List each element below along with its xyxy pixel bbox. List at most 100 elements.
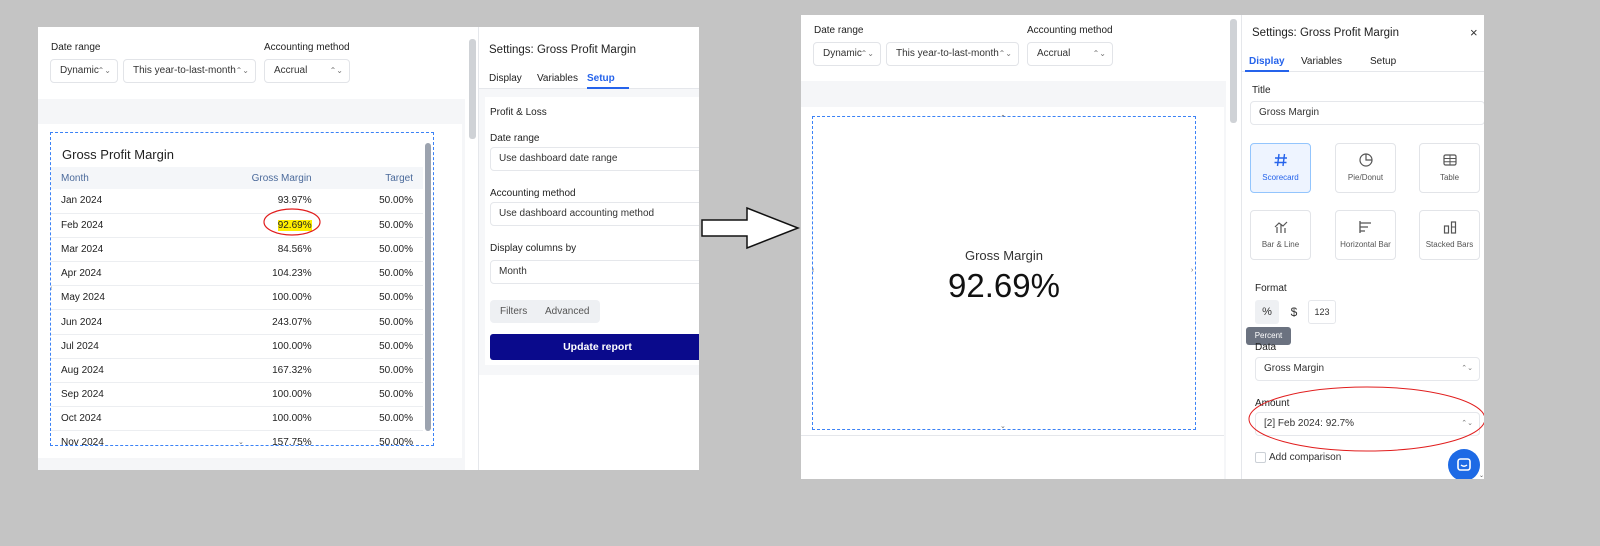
update-report-label: Update report [563,341,632,353]
cell-value: 50.00% [379,243,413,255]
data-select[interactable]: Gross Margin ⌃⌄ [1255,357,1480,381]
column-header[interactable]: Month [51,167,172,189]
date-preset-value: This year-to-last-month [133,65,236,76]
table-cell: 50.00% [321,261,423,287]
chart-type-label: Pie/Donut [1347,173,1384,182]
cell-value: 100.00% [272,389,312,401]
table-row: Oct 2024 100.00% 50.00% [51,406,423,432]
tab-variables[interactable]: Variables [537,73,578,84]
chart-type-scorecard[interactable]: Scorecard [1250,143,1311,193]
bar-line-icon [1274,221,1287,233]
resize-handle-icon[interactable]: ⌄ [238,438,244,445]
chart-type-horizontal-bar[interactable]: Horizontal Bar [1335,210,1396,260]
cell-value: 157.75% [272,437,312,446]
title-field-label: Title [1252,85,1271,96]
settings-title: Settings: Gross Profit Margin [1252,27,1399,39]
cell-value: Jul 2024 [61,340,99,352]
table-cell: 100.00% [171,334,322,359]
pie-chart-icon [1358,153,1373,167]
active-tab-indicator [1245,70,1289,72]
table-cell: 50.00% [321,237,423,263]
close-icon[interactable]: × [1470,25,1478,40]
accounting-select[interactable]: Accrual ⌃⌄ [264,59,350,83]
table-row: Aug 2024 167.32% 50.00% [51,358,423,384]
resize-handle-icon[interactable]: ‹ [51,285,52,292]
accounting-method-label: Accounting method [264,42,350,53]
format-label: Format [1255,283,1287,294]
dollar-icon: $ [1290,305,1298,319]
widget-scrollbar[interactable] [425,143,431,431]
table-row: Sep 2024 100.00% 50.00% [51,382,423,408]
tab-display[interactable]: Display [489,73,522,84]
date-preset-select[interactable]: This year-to-last-month ⌃⌄ [123,59,256,83]
page-scrollbar[interactable] [469,39,476,139]
resize-handle-icon[interactable]: ‹ [812,267,814,274]
tab-variables[interactable]: Variables [1301,56,1342,67]
hash-icon [1274,153,1287,167]
setting-date-range-select[interactable]: Use dashboard date range [490,147,699,171]
tab-filters[interactable]: Filters [500,306,527,317]
gross-margin-table: Month Gross Margin Target Jan 2024 93.97% 50… [51,167,423,446]
setting-columns-label: Display columns by [490,243,577,254]
chart-type-bar-line[interactable]: Bar & Line [1250,210,1311,260]
date-type-select[interactable]: Dynamic ⌃⌄ [50,59,118,83]
table-cell: Feb 2024 [51,213,172,238]
format-number-button[interactable]: 123 [1308,300,1336,324]
table-cell: Oct 2024 [51,406,172,432]
page-scrollbar[interactable] [1230,19,1237,123]
cell-value: 100.00% [272,292,312,304]
right-arrow-icon [701,206,801,250]
panel-scroll-arrow[interactable]: ⌄ [1479,472,1484,479]
chart-type-label: Horizontal Bar [1340,240,1391,249]
gross-profit-margin-widget[interactable]: Gross Profit Margin Month Gross Margin Tar… [50,132,434,446]
tab-advanced[interactable]: Advanced [545,306,589,317]
column-header[interactable]: Gross Margin [171,167,322,189]
cell-value: 100.00% [272,340,312,352]
chart-type-stacked-bars[interactable]: Stacked Bars [1419,210,1480,260]
accounting-select[interactable]: Accrual ⌃⌄ [1027,42,1113,66]
update-report-button[interactable]: Update report [490,334,699,360]
canvas-bottom-card [801,435,1224,479]
chevron-updown-icon: ⌃⌄ [235,66,249,75]
table-cell: 50.00% [321,189,423,214]
date-preset-value: This year-to-last-month [896,48,999,59]
cell-value: 50.00% [379,413,413,425]
cell-value: 50.00% [379,389,413,401]
chevron-updown-icon: ⌃⌄ [1092,49,1106,58]
table-row: Jun 2024 243.07% 50.00% [51,309,423,335]
resize-handle-icon[interactable]: ⌃ [238,133,244,138]
cell-value: 50.00% [379,437,413,446]
table-cell: 50.00% [321,309,423,335]
chart-type-label: Stacked Bars [1425,240,1474,249]
table-cell: Nov 2024 [51,430,172,445]
date-preset-select[interactable]: This year-to-last-month ⌃⌄ [886,42,1019,66]
settings-panel-left: Settings: Gross Profit Margin Display Var… [478,27,699,470]
tab-display[interactable]: Display [1249,56,1285,67]
cell-value: 84.56% [277,243,312,255]
chart-type-table[interactable]: Table [1419,143,1480,193]
tab-setup[interactable]: Setup [1370,56,1396,67]
tab-setup[interactable]: Setup [587,73,615,84]
title-input[interactable]: Gross Margin [1250,101,1484,125]
resize-handle-icon[interactable]: › [1191,267,1193,274]
setting-accounting-select[interactable]: Use dashboard accounting method [490,202,699,226]
format-dollar-button[interactable]: $ [1282,300,1306,324]
cell-value: 50.00% [379,316,413,328]
date-type-select[interactable]: Dynamic ⌃⌄ [813,42,881,66]
cell-value: Feb 2024 [61,219,104,231]
setting-columns-select[interactable]: Month [490,260,699,284]
cell-value: 104.23% [272,268,312,280]
table-cell: 84.56% [171,237,322,263]
resize-handle-icon[interactable]: ⌄ [1000,422,1006,430]
table-cell: 50.00% [321,213,423,238]
column-header[interactable]: Target [321,167,423,189]
table-icon [1442,154,1457,166]
resize-handle-icon[interactable]: ⌃ [1000,114,1006,122]
cell-value: Apr 2024 [61,268,102,280]
setting-accounting-value: Use dashboard accounting method [499,208,655,219]
scorecard-widget[interactable]: Gross Margin 92.69% ⌃ ⌄ ‹ › [812,114,1196,430]
title-input-value: Gross Margin [1259,107,1320,118]
format-percent-button[interactable]: % [1255,300,1279,324]
chart-type-pie-donut[interactable]: Pie/Donut [1335,143,1396,193]
cell-value: Mar 2024 [61,243,104,255]
